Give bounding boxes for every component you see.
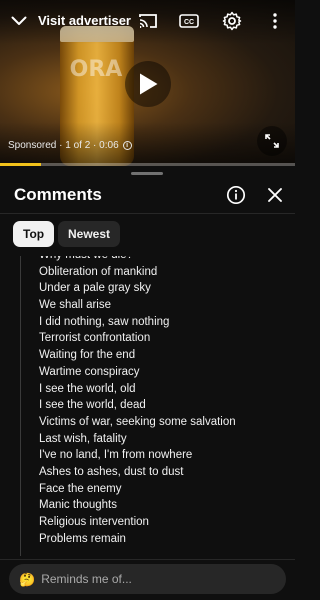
comment-line: Wartime conspiracy bbox=[39, 365, 140, 378]
panel-title: Comments bbox=[14, 185, 102, 204]
comment-line: Religious intervention bbox=[39, 516, 149, 528]
comment-line: I did nothing, saw nothing bbox=[39, 315, 170, 328]
comment-line: Problems remain bbox=[39, 532, 126, 545]
comment-input-placeholder: Reminds me of... bbox=[41, 572, 132, 586]
header-divider bbox=[0, 213, 295, 214]
comment-line: Victims of war, seeking some salvation bbox=[39, 415, 236, 428]
composer-divider bbox=[0, 559, 295, 560]
comment-text: Why must we die?Obliteration of mankind U… bbox=[39, 256, 236, 547]
cast-icon[interactable] bbox=[135, 8, 161, 34]
comment-line: I see the world, dead bbox=[39, 399, 146, 412]
drag-handle[interactable] bbox=[131, 172, 163, 175]
comment-line: Manic thoughts bbox=[39, 499, 117, 512]
comment-line: Ashes to ashes, dust to dust bbox=[39, 465, 184, 478]
gear-icon[interactable] bbox=[219, 8, 245, 34]
comment-line: Last wish, fatality bbox=[39, 432, 127, 445]
comment-line: Face the enemy bbox=[39, 482, 122, 495]
fullscreen-icon bbox=[265, 134, 279, 148]
comment-line: I see the world, old bbox=[39, 382, 136, 395]
thread-line bbox=[20, 256, 21, 556]
comment-body[interactable]: Why must we die?Obliteration of mankind U… bbox=[0, 256, 295, 556]
close-icon[interactable] bbox=[263, 183, 287, 207]
sort-chip-top[interactable]: Top bbox=[13, 221, 55, 247]
ad-product-logo: ORA bbox=[69, 57, 123, 82]
sort-chip-newest[interactable]: Newest bbox=[58, 221, 121, 247]
comment-line: Obliteration of mankind bbox=[39, 265, 158, 278]
play-icon bbox=[140, 73, 158, 95]
visit-advertiser-link[interactable]: Visit advertiser bbox=[38, 13, 131, 28]
comment-line: Why must we die? bbox=[39, 256, 236, 264]
thinking-face-emoji: 🤔 bbox=[19, 571, 36, 587]
svg-text:CC: CC bbox=[184, 19, 194, 26]
comment-line: I've no land, I'm from nowhere bbox=[39, 449, 193, 462]
comment-line: Under a pale gray sky bbox=[39, 282, 151, 295]
more-vertical-icon[interactable] bbox=[262, 8, 288, 34]
play-button[interactable] bbox=[125, 61, 171, 107]
comment-line: We shall arise bbox=[39, 299, 112, 312]
sponsored-text: Sponsored · 1 of 2 · 0:06 bbox=[8, 140, 119, 151]
comment-line: Terrorist confrontation bbox=[39, 332, 151, 345]
comment-input[interactable]: 🤔 Reminds me of... bbox=[9, 564, 286, 594]
info-icon[interactable] bbox=[224, 183, 248, 207]
chevron-down-icon[interactable] bbox=[6, 8, 32, 34]
ad-info-icon[interactable]: i bbox=[122, 141, 132, 150]
sponsored-label: Sponsored · 1 of 2 · 0:06 i bbox=[8, 140, 132, 151]
video-player[interactable]: ORA Visit advertiser CC Sponsored · 1 of… bbox=[0, 0, 295, 166]
closed-captions-icon[interactable]: CC bbox=[176, 8, 202, 34]
fullscreen-button[interactable] bbox=[257, 126, 287, 156]
comment-line: Waiting for the end bbox=[39, 349, 136, 362]
comments-panel: Comments Top Newest Why must we die?Obli… bbox=[0, 166, 295, 600]
